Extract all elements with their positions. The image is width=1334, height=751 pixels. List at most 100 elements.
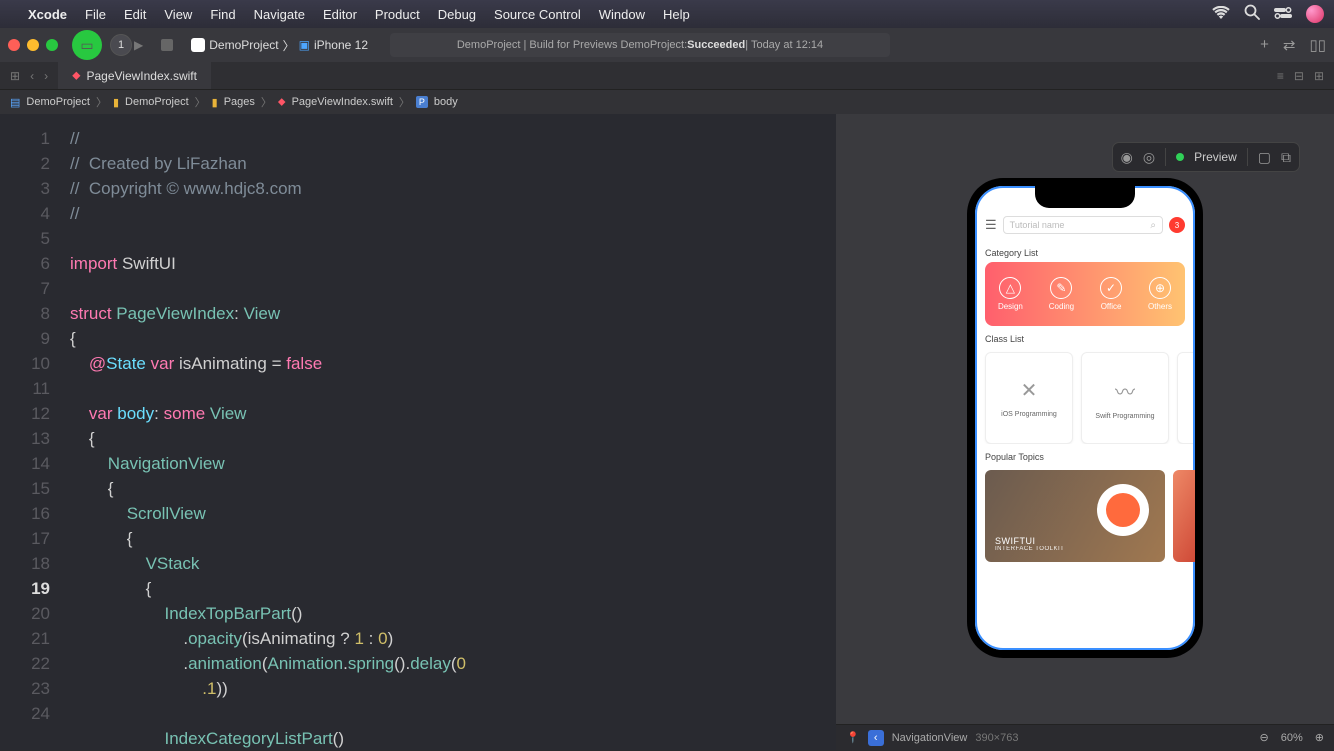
sim-section-topics-title: Popular Topics	[975, 444, 1195, 466]
zoom-in-icon[interactable]: ⊕	[1315, 731, 1324, 744]
crumb-0[interactable]: DemoProject	[26, 96, 90, 108]
menu-source-control[interactable]: Source Control	[494, 7, 581, 22]
crumb-3[interactable]: PageViewIndex.swift	[292, 96, 393, 108]
minimize-window-button[interactable]	[27, 39, 39, 51]
add-icon[interactable]: +	[1260, 36, 1269, 54]
zoom-out-icon[interactable]: ⊖	[1260, 731, 1269, 744]
zoom-level[interactable]: 60%	[1281, 732, 1303, 744]
scheme-project: DemoProject	[209, 38, 278, 52]
sim-class-swift[interactable]: 〰Swift Programming	[1081, 352, 1169, 444]
swift-file-icon: ⬥	[72, 68, 80, 83]
add-editor-icon[interactable]: ⊞	[1314, 69, 1324, 83]
sim-topic-row[interactable]: SWIFTUIINTERFACE TOOLKIT	[975, 466, 1195, 562]
nav-forward-icon[interactable]: ›	[44, 69, 48, 83]
sim-topic-next[interactable]	[1173, 470, 1195, 562]
simulator-screen[interactable]: ☰ Tutorial name ⌕ 3 Category List △Desig…	[975, 186, 1195, 650]
wifi-icon[interactable]	[1212, 6, 1230, 23]
menu-editor[interactable]: Editor	[323, 7, 357, 22]
canvas-toolbar: ◉ ◎ Preview ▢ ⧉	[1112, 142, 1300, 172]
sim-search-placeholder: Tutorial name	[1010, 220, 1065, 230]
coffee-cup-image	[1097, 484, 1149, 536]
scheme-selector[interactable]: DemoProject 〉 ▣ iPhone 12	[191, 37, 368, 54]
scheme-device: iPhone 12	[314, 38, 368, 52]
folder-icon: ▮	[113, 96, 119, 109]
simulator-device: ☰ Tutorial name ⌕ 3 Category List △Desig…	[967, 178, 1203, 658]
code-area[interactable]: // // Created by LiFazhan // Copyright ©…	[64, 114, 836, 750]
sim-category-card: △Design ✎Coding ✓Office ⊕Others	[985, 262, 1185, 326]
inspect-preview-icon[interactable]: ◎	[1143, 149, 1155, 166]
device-icon: ▣	[299, 38, 310, 52]
status-result: Succeeded	[687, 39, 745, 51]
canvas-selection-chevron[interactable]: ‹	[868, 730, 884, 746]
sim-category-coding[interactable]: ✎Coding	[1049, 277, 1074, 311]
canvas-footer: 📍 ‹ NavigationView 390×763 ⊖ 60% ⊕	[836, 724, 1334, 750]
menu-file[interactable]: File	[85, 7, 106, 22]
sim-category-design[interactable]: △Design	[998, 277, 1023, 311]
menu-debug[interactable]: Debug	[438, 7, 476, 22]
sim-notification-badge[interactable]: 3	[1169, 217, 1185, 233]
nav-back-icon[interactable]: ‹	[30, 69, 34, 83]
canvas-selected-element[interactable]: NavigationView	[892, 732, 968, 744]
main-split: 123456789101112131415161718192021222324 …	[0, 114, 1334, 750]
adjust-editor-icon[interactable]: ⊟	[1294, 69, 1304, 83]
device-notch	[1035, 186, 1135, 208]
macos-menubar: Xcode File Edit View Find Navigate Edito…	[0, 0, 1334, 28]
status-time: | Today at 12:14	[745, 39, 823, 51]
sim-category-others[interactable]: ⊕Others	[1148, 277, 1172, 311]
menu-find[interactable]: Find	[210, 7, 235, 22]
code-review-icon[interactable]: ⇄	[1283, 36, 1296, 54]
app-name[interactable]: Xcode	[28, 7, 67, 22]
zoom-window-button[interactable]	[46, 39, 58, 51]
duplicate-preview-icon[interactable]: ⧉	[1281, 149, 1291, 166]
property-icon: P	[416, 96, 428, 108]
activity-counter[interactable]: 1	[110, 34, 132, 56]
crumb-1[interactable]: DemoProject	[125, 96, 189, 108]
editor-tab[interactable]: ⬥ PageViewIndex.swift	[58, 62, 211, 89]
close-window-button[interactable]	[8, 39, 20, 51]
crumb-2[interactable]: Pages	[224, 96, 255, 108]
crumb-4[interactable]: body	[434, 96, 458, 108]
pin-icon[interactable]: 📍	[846, 731, 860, 744]
related-items-icon[interactable]: ⊞	[10, 69, 20, 83]
sim-top-bar: ☰ Tutorial name ⌕ 3	[975, 210, 1195, 240]
menu-navigate[interactable]: Navigate	[254, 7, 305, 22]
canvas-size: 390×763	[975, 732, 1018, 744]
editor-options-icon[interactable]: ≡	[1277, 69, 1284, 83]
chevron-right-icon: 〉	[283, 37, 295, 54]
control-center-icon[interactable]	[1274, 6, 1292, 23]
line-gutter: 123456789101112131415161718192021222324	[0, 114, 64, 750]
build-status-bar[interactable]: DemoProject | Build for Previews DemoPro…	[390, 33, 890, 57]
inspectors-toggle-icon[interactable]: ▯▯	[1309, 36, 1326, 54]
jump-bar[interactable]: ▤ DemoProject 〉 ▮ DemoProject 〉 ▮ Pages …	[0, 90, 1334, 114]
menu-edit[interactable]: Edit	[124, 7, 146, 22]
tab-filename: PageViewIndex.swift	[86, 69, 197, 83]
sim-topic-swiftui[interactable]: SWIFTUIINTERFACE TOOLKIT	[985, 470, 1165, 562]
menu-window[interactable]: Window	[599, 7, 645, 22]
user-avatar-icon[interactable]	[1306, 5, 1324, 23]
menu-view[interactable]: View	[164, 7, 192, 22]
run-button[interactable]: ▭	[72, 30, 102, 60]
folder-icon: ▮	[212, 96, 218, 109]
sim-menu-icon[interactable]: ☰	[985, 217, 997, 233]
device-settings-icon[interactable]: ▢	[1258, 149, 1271, 166]
preview-label[interactable]: Preview	[1194, 150, 1237, 164]
crumb-project-icon: ▤	[10, 96, 20, 109]
menu-product[interactable]: Product	[375, 7, 420, 22]
menu-help[interactable]: Help	[663, 7, 690, 22]
sim-category-office[interactable]: ✓Office	[1100, 277, 1122, 311]
stop-button[interactable]	[161, 39, 173, 51]
sim-class-row[interactable]: ✕iOS Programming 〰Swift Programming iOS …	[975, 348, 1195, 444]
preview-status-dot	[1176, 153, 1184, 161]
source-editor[interactable]: 123456789101112131415161718192021222324 …	[0, 114, 836, 750]
sim-section-class-title: Class List	[975, 326, 1195, 348]
sim-class-ios[interactable]: ✕iOS Programming	[985, 352, 1073, 444]
sim-class-more[interactable]: iOS P	[1177, 352, 1195, 444]
target-app-icon	[191, 38, 205, 52]
sim-search-input[interactable]: Tutorial name ⌕	[1003, 216, 1163, 234]
play-icon: ▶	[134, 38, 143, 52]
editor-tabbar: ⊞ ‹ › ⬥ PageViewIndex.swift ≡ ⊟ ⊞	[0, 62, 1334, 90]
search-icon: ⌕	[1150, 220, 1156, 231]
live-preview-icon[interactable]: ◉	[1121, 149, 1133, 166]
spotlight-icon[interactable]	[1244, 4, 1260, 24]
window-traffic-lights	[8, 39, 58, 51]
